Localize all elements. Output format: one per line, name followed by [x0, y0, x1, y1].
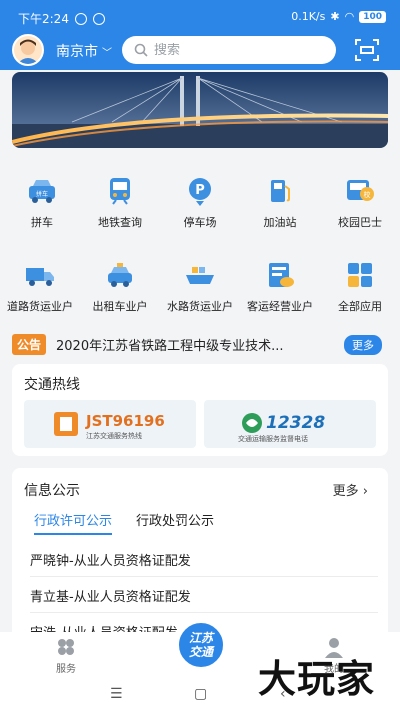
list-item[interactable]: 青立基-从业人员资格证配发	[30, 586, 191, 605]
divider	[30, 612, 378, 613]
jst96196-logo-icon: JST96196 江苏交通服务热线	[54, 412, 165, 440]
status-bar: 下午2:24 0.1K/s ✱ ◠ 100	[0, 0, 400, 34]
info-tabs: 行政许可公示 行政处罚公示	[34, 510, 214, 535]
service-grid-icon	[58, 639, 74, 655]
service-label: 拼车	[31, 216, 53, 229]
sync-icon	[92, 12, 105, 25]
12328-logo-icon: 12328 交通运输服务监督电话	[238, 413, 325, 443]
bluetooth-icon: ✱	[330, 10, 340, 23]
svg-text:拼车: 拼车	[36, 190, 48, 198]
car-icon: 拼车	[29, 180, 55, 203]
info-card: 信息公示 更多 › 行政许可公示 行政处罚公示 严晓钟-从业人员资格证配发 青立…	[12, 468, 388, 643]
svg-text:校: 校	[364, 190, 371, 199]
search-bar[interactable]	[122, 36, 336, 64]
hotline-number: 12328	[266, 413, 325, 433]
banner-image[interactable]	[12, 72, 388, 148]
jiangsu-transport-button[interactable]: 江苏 交通	[176, 620, 226, 670]
service-label: 加油站	[263, 216, 297, 229]
hotline-subtitle: 江苏交通服务热线	[86, 431, 142, 440]
tab-license[interactable]: 行政许可公示	[34, 510, 113, 535]
hotline-card: 交通热线 JST96196 江苏交通服务热线 12328 交通运输服务监督电话	[12, 364, 388, 456]
status-time: 下午2:24	[18, 12, 69, 26]
home-key-icon[interactable]: ▢	[194, 686, 207, 702]
hotline-jst96196[interactable]: JST96196 江苏交通服务热线	[24, 400, 196, 448]
hotline-subtitle: 交通运输服务监督电话	[238, 434, 308, 443]
service-carpool[interactable]: 拼车 拼车	[2, 174, 82, 230]
notice-bar[interactable]: 公告 2020年江苏省铁路工程中级专业技术... 更多	[12, 330, 388, 358]
ship-icon	[186, 267, 214, 284]
battery-indicator: 100	[359, 10, 386, 23]
service-label: 水路货运业户	[167, 300, 233, 313]
wifi-icon: ◠	[344, 10, 355, 23]
service-parking[interactable]: P 停车场	[160, 174, 240, 230]
service-taxi[interactable]: 出租车业户	[80, 258, 160, 314]
hotline-number: JST96196	[85, 412, 165, 430]
service-label: 全部应用	[338, 300, 382, 313]
chevron-right-icon: ›	[362, 484, 368, 499]
bridge-image	[12, 72, 388, 148]
hotline-title: 交通热线	[24, 377, 80, 393]
service-label: 客运经营业户	[247, 300, 313, 313]
service-water-freight[interactable]: 水路货运业户	[160, 258, 240, 314]
service-label: 地铁查询	[98, 216, 142, 229]
network-speed: 0.1K/s	[291, 10, 326, 23]
info-more-label: 更多	[332, 484, 359, 499]
service-school-bus[interactable]: 校 校园巴士	[320, 174, 400, 230]
search-input[interactable]	[154, 42, 304, 58]
all-apps-icon	[348, 263, 372, 287]
truck-icon	[26, 268, 54, 286]
app-header: 南京市 ﹀	[0, 34, 400, 70]
service-label: 出租车业户	[92, 300, 148, 313]
notice-text[interactable]: 2020年江苏省铁路工程中级专业技术...	[56, 335, 326, 354]
menu-key-icon[interactable]: ☰	[110, 686, 123, 702]
service-gas-station[interactable]: 加油站	[240, 174, 320, 230]
taxi-icon	[108, 263, 132, 287]
notice-tag: 公告	[12, 333, 47, 355]
metro-icon	[110, 178, 130, 205]
passenger-icon	[269, 263, 294, 287]
watermark: 大玩家	[258, 657, 376, 701]
info-title: 信息公示	[24, 483, 80, 499]
chevron-down-icon: ﹀	[102, 47, 112, 59]
hotline-12328[interactable]: 12328 交通运输服务监督电话	[204, 400, 376, 448]
nav-label: 服务	[56, 664, 76, 675]
tab-penalty[interactable]: 行政处罚公示	[136, 510, 214, 535]
parking-icon: P	[189, 178, 211, 206]
gas-station-icon	[271, 180, 290, 202]
service-all-apps[interactable]: 全部应用	[320, 258, 400, 314]
list-item[interactable]: 严晓钟-从业人员资格证配发	[30, 550, 191, 569]
service-label: 停车场	[183, 216, 217, 229]
svg-text:P: P	[195, 183, 205, 198]
divider	[30, 576, 378, 577]
service-label: 道路货运业户	[7, 300, 73, 313]
center-logo-text: 江苏 交通	[188, 631, 213, 659]
service-road-freight[interactable]: 道路货运业户	[0, 258, 80, 314]
school-bus-icon: 校	[347, 180, 374, 201]
scan-icon[interactable]	[354, 38, 380, 62]
search-icon	[134, 43, 148, 57]
service-label: 校园巴士	[338, 216, 382, 229]
info-more-link[interactable]: 更多 ›	[333, 480, 368, 499]
avatar[interactable]	[12, 34, 44, 66]
notification-icon	[74, 12, 87, 25]
nav-service[interactable]: 服务	[36, 636, 96, 675]
service-passenger-transport[interactable]: 客运经营业户	[240, 258, 320, 314]
service-metro[interactable]: 地铁查询	[80, 174, 160, 230]
city-selector[interactable]: 南京市 ﹀	[56, 41, 112, 61]
user-avatar-icon	[14, 36, 42, 64]
notice-more-button[interactable]: 更多	[344, 335, 382, 355]
city-label: 南京市	[56, 44, 98, 60]
